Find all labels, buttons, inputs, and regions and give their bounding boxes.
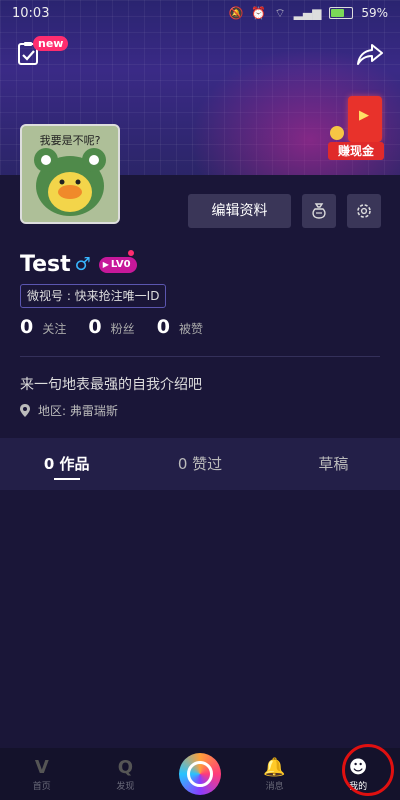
tab-works[interactable]: 0 作品 bbox=[0, 438, 133, 490]
discover-icon: Q bbox=[117, 756, 134, 778]
share-button[interactable] bbox=[356, 40, 384, 68]
bell-icon: 🔔 bbox=[263, 756, 286, 778]
share-arrow-icon bbox=[357, 44, 383, 65]
red-envelope-icon: ▶ bbox=[348, 96, 382, 142]
username-row: Test ♂ ▶ LV0 bbox=[20, 250, 137, 277]
play-icon: ▶ bbox=[102, 260, 109, 269]
camera-record-button[interactable] bbox=[178, 753, 221, 795]
weishi-id-claim[interactable]: 微视号 : 快来抢注唯一ID bbox=[20, 284, 167, 308]
nav-label: 消息 bbox=[265, 781, 284, 792]
earn-cash-promo[interactable]: ▶ 赚现金 bbox=[328, 96, 388, 162]
nav-messages[interactable]: 🔔 消息 bbox=[245, 757, 305, 792]
stat-fans[interactable]: 0 粉丝 bbox=[88, 316, 134, 338]
wallet-button[interactable] bbox=[302, 194, 336, 228]
mute-icon: 🔕 bbox=[228, 6, 244, 20]
stat-number: 0 bbox=[20, 316, 34, 338]
stat-likes-received[interactable]: 0 被赞 bbox=[157, 316, 203, 338]
stat-label: 关注 bbox=[42, 322, 67, 336]
bio-text[interactable]: 来一句地表最强的自我介绍吧 bbox=[20, 374, 202, 394]
nav-profile[interactable]: ☻ 我的 bbox=[328, 757, 388, 792]
signal-icon: ▂▄▆ bbox=[293, 6, 322, 20]
username: Test bbox=[20, 252, 71, 277]
edit-profile-button[interactable]: 编辑资料 bbox=[188, 194, 291, 228]
coin-icon bbox=[330, 126, 344, 140]
location-pin-icon bbox=[20, 404, 30, 417]
stats-row: 0 关注 0 粉丝 0 被赞 bbox=[20, 316, 203, 338]
nav-home[interactable]: V 首页 bbox=[12, 757, 72, 792]
nav-label: 首页 bbox=[32, 781, 51, 792]
content-tabs: 0 作品 0 赞过 草稿 bbox=[0, 438, 400, 490]
status-time: 10:03 bbox=[12, 5, 50, 21]
money-bag-icon bbox=[312, 203, 326, 219]
settings-button[interactable] bbox=[347, 194, 381, 228]
stat-label: 被赞 bbox=[179, 322, 204, 336]
stat-following[interactable]: 0 关注 bbox=[20, 316, 66, 338]
bottom-navigation: V 首页 Q 发现 🔔 消息 ☻ 我的 bbox=[0, 748, 400, 800]
avatar[interactable]: 我要是不呢? bbox=[20, 124, 120, 224]
male-icon: ♂ bbox=[74, 254, 91, 275]
nav-label: 我的 bbox=[349, 781, 368, 792]
divider bbox=[20, 356, 380, 357]
level-badge: ▶ LV0 bbox=[98, 256, 137, 273]
tab-drafts[interactable]: 草稿 bbox=[267, 438, 400, 490]
notification-dot bbox=[128, 250, 134, 256]
alarm-icon: ⏰ bbox=[251, 6, 267, 20]
level-label: LV0 bbox=[110, 259, 131, 270]
promo-label: 赚现金 bbox=[328, 142, 384, 160]
profile-icon: ☻ bbox=[348, 756, 368, 778]
stat-number: 0 bbox=[88, 316, 102, 338]
home-icon: V bbox=[34, 756, 49, 778]
status-bar: 10:03 🔕 ⏰ ⌔ ▂▄▆ 59% bbox=[0, 0, 400, 26]
region-row: 地区: 弗雷瑞斯 bbox=[20, 402, 118, 419]
wifi-icon: ⌔ bbox=[274, 5, 286, 20]
new-badge: new bbox=[33, 36, 69, 51]
gear-icon bbox=[357, 204, 371, 218]
nav-label: 发现 bbox=[116, 781, 135, 792]
camera-icon bbox=[186, 761, 213, 787]
stat-number: 0 bbox=[156, 316, 170, 338]
region-text: 地区: 弗雷瑞斯 bbox=[38, 404, 118, 418]
battery-percent: 59% bbox=[361, 6, 388, 20]
battery-icon bbox=[329, 7, 354, 19]
tab-liked[interactable]: 0 赞过 bbox=[133, 438, 266, 490]
nav-discover[interactable]: Q 发现 bbox=[95, 757, 155, 792]
stat-label: 粉丝 bbox=[110, 322, 135, 336]
avatar-caption: 我要是不呢? bbox=[39, 134, 101, 147]
